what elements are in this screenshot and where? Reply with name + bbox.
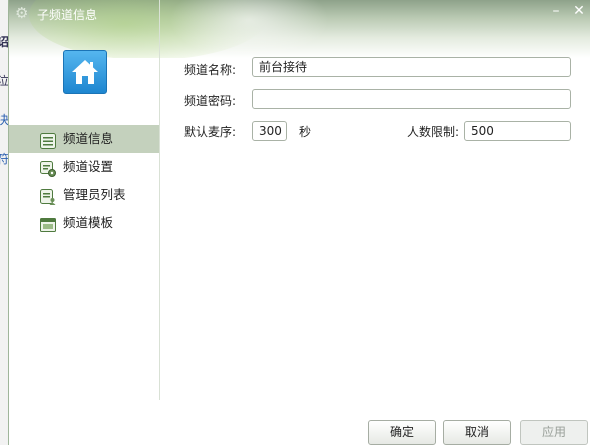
sub-channel-info-dialog: ⚙ 子频道信息 – ✕ 频道信息 频道设置 管理员列表 频道模板 频道名称: 前… [8, 0, 590, 445]
cancel-button[interactable]: 取消 [443, 420, 511, 445]
people-limit-input[interactable]: 500 [464, 121, 571, 141]
mic-order-seconds-input[interactable]: 300 [252, 121, 287, 141]
sidebar-item-channel-settings[interactable]: 频道设置 [32, 153, 159, 181]
minimize-button[interactable]: – [549, 4, 563, 18]
sidebar: 频道信息 频道设置 管理员列表 频道模板 [9, 0, 160, 400]
sidebar-item-channel-template[interactable]: 频道模板 [32, 209, 159, 237]
settings-gear-icon [40, 159, 56, 177]
sidebar-item-label: 频道信息 [63, 131, 114, 146]
bg-fragment: 诏 [0, 35, 8, 49]
sidebar-item-label: 管理员列表 [63, 187, 126, 202]
background-app-edge: 诏 泣 决 符 [0, 0, 8, 445]
channel-password-input[interactable] [252, 89, 571, 109]
seconds-unit-label: 秒 [299, 125, 312, 139]
bg-fragment: 决 [0, 113, 8, 127]
close-button[interactable]: ✕ [572, 4, 586, 18]
ok-button[interactable]: 确定 [368, 420, 436, 445]
info-list-icon [40, 131, 56, 149]
people-limit-label: 人数限制: [407, 125, 460, 139]
sidebar-item-channel-info[interactable]: 频道信息 [9, 125, 159, 153]
bg-fragment: 符 [0, 152, 8, 166]
sidebar-item-label: 频道设置 [63, 159, 114, 174]
admin-list-icon [40, 187, 56, 205]
channel-name-input[interactable]: 前台接待 [252, 57, 571, 77]
channel-name-label: 频道名称: [184, 63, 237, 77]
default-mic-order-label: 默认麦序: [184, 125, 237, 139]
sidebar-nav: 频道信息 频道设置 管理员列表 频道模板 [9, 125, 159, 237]
sidebar-item-label: 频道模板 [63, 215, 114, 230]
bg-fragment: 泣 [0, 74, 8, 88]
channel-password-label: 频道密码: [184, 94, 237, 108]
sidebar-item-admin-list[interactable]: 管理员列表 [32, 181, 159, 209]
template-icon [40, 215, 56, 232]
apply-button[interactable]: 应用 [520, 420, 588, 445]
home-icon [63, 50, 107, 94]
